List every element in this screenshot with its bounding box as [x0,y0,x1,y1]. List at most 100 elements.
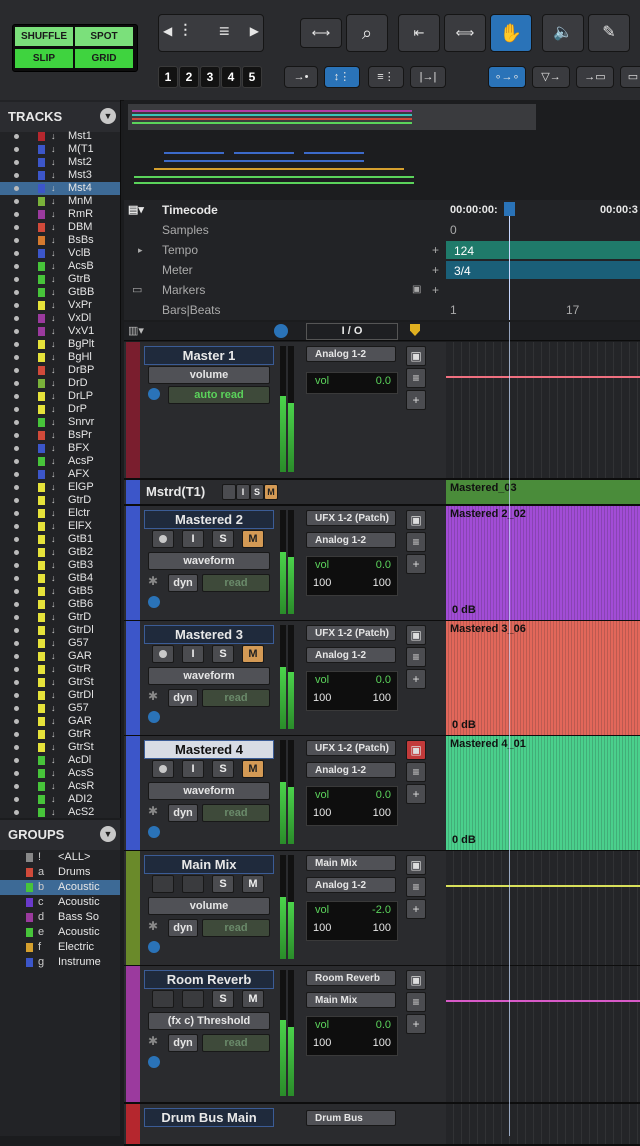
tracks-menu-icon[interactable]: ▼ [100,108,116,124]
track-s-button[interactable]: S [212,760,234,778]
add-insert-button[interactable]: + [406,784,426,804]
track-view-selector[interactable]: waveform [148,667,270,685]
mirror-midi-icon[interactable]: ▽→ [532,66,570,88]
column-menu-icon[interactable]: ▥▾ [128,324,144,337]
track-list-item[interactable]: ↓ BgHl [0,351,120,364]
tempo-ruler[interactable]: ▸ Tempo + 124 [124,240,640,260]
track-i-button[interactable]: I [182,645,204,663]
track-visibility-dot[interactable] [14,212,19,217]
track-list-item[interactable]: ↓ AcsS [0,767,120,780]
track-window-button[interactable]: ▣ [406,740,426,760]
track-visibility-dot[interactable] [14,303,19,308]
track-list-item[interactable]: ↓ GtB3 [0,559,120,572]
track-list-item[interactable]: ↓ VxPr [0,299,120,312]
automation-follows-icon[interactable]: ∘→∘ [488,66,526,88]
track-view-selector[interactable]: (fx c) Threshold [148,1012,270,1030]
automation-mode-selector[interactable]: auto read [168,386,270,404]
zoom-preset-4[interactable]: 4 [221,66,241,88]
track-list-item[interactable]: ↓ Mst1 [0,130,120,143]
shuffle-mode-button[interactable]: SHUFFLE [15,27,73,46]
track-s-button[interactable]: S [250,484,264,500]
automation-line[interactable] [446,885,640,887]
audio-clip[interactable]: Mastered 2_02 0 dB [446,506,640,620]
comment-icon[interactable]: ▭ [132,280,142,300]
track-visibility-dot[interactable] [14,238,19,243]
comments-button[interactable]: ≡ [406,647,426,667]
volume-pan-display[interactable]: vol 0.0 100 100 [306,671,398,711]
zoom-buttons[interactable]: ◀ ⫶ ≡ ▶ [158,14,264,52]
dyn-selector[interactable]: dyn [168,919,198,937]
comments-button[interactable]: ≡ [406,532,426,552]
track-list-item[interactable]: ↓ DrP [0,403,120,416]
groups-menu-icon[interactable]: ▼ [100,826,116,842]
group-list-item[interactable]: f Electric [0,940,120,955]
automation-line[interactable] [446,376,640,378]
track-window-button[interactable]: ▣ [406,855,426,875]
link-selection-icon[interactable]: →▭ [576,66,614,88]
track-list-item[interactable]: ↓ GtrDl [0,624,120,637]
grid-mode-button[interactable]: GRID [75,49,133,68]
track-list-item[interactable]: ↓ BgPlt [0,338,120,351]
volume-pan-display[interactable]: vol 0.0 [306,372,398,394]
comments-button[interactable]: ≡ [406,368,426,388]
overview-visible-region[interactable] [128,104,536,130]
playhead-handle[interactable] [504,202,515,216]
track-input-selector[interactable]: Room Reverb [306,970,396,986]
track-list-item[interactable]: ↓ GtB6 [0,598,120,611]
volume-pan-display[interactable]: vol 0.0 100 100 [306,1016,398,1056]
track-list-item[interactable]: ↓ VxDl [0,312,120,325]
track-i-button[interactable]: I [182,530,204,548]
automation-mode-selector[interactable]: read [202,919,270,937]
add-tempo-icon[interactable]: + [432,240,439,260]
comments-button[interactable]: ≡ [406,877,426,897]
track-s-button[interactable]: S [212,530,234,548]
slip-mode-button[interactable]: SLIP [15,49,73,68]
grabber-icon[interactable]: ⟺ [444,14,486,52]
track-list-item[interactable]: ↓ Snrvr [0,416,120,429]
dyn-selector[interactable]: dyn [168,1034,198,1052]
group-list-item[interactable]: c Acoustic [0,895,120,910]
group-list-item[interactable]: g Instrume [0,955,120,970]
track-list-item[interactable]: ↓ DrLP [0,390,120,403]
track-i-button[interactable] [182,875,204,893]
track-visibility-dot[interactable] [14,147,19,152]
track-view-selector[interactable]: waveform [148,552,270,570]
track-timeline[interactable]: Mastered 4_01 0 dB [446,736,640,850]
track-visibility-dot[interactable] [14,537,19,542]
track-m-button[interactable]: M [242,990,264,1008]
track-visibility-dot[interactable] [14,550,19,555]
track-visibility-dot[interactable] [14,342,19,347]
zoom-in-arrow-icon[interactable]: ▶ [250,24,259,38]
track-output-selector[interactable]: Analog 1-2 [306,647,396,663]
track-list-item[interactable]: ↓ AcDl [0,754,120,767]
track-output-selector[interactable]: Analog 1-2 [306,877,396,893]
track-m-button[interactable]: M [242,760,264,778]
track-s-button[interactable]: S [212,990,234,1008]
track-record-button[interactable] [152,875,174,893]
waveform-zoom-icon[interactable]: ⫶ [183,21,188,42]
add-insert-button[interactable]: + [406,554,426,574]
track-list-item[interactable]: ↓ DBM [0,221,120,234]
track-i-button[interactable] [182,990,204,1008]
audio-clip[interactable]: Mastered 3_06 0 dB [446,621,640,735]
track-window-button[interactable]: ▣ [406,346,426,366]
track-list-item[interactable]: ↓ GtrD [0,494,120,507]
add-insert-button[interactable]: + [406,390,426,410]
track-name[interactable]: Mstrd(T1) [146,484,205,499]
comments-button[interactable]: ≡ [406,992,426,1012]
ruler-menu-icon[interactable]: ▤▾ [128,200,144,220]
track-list-item[interactable]: ↓ ElFX [0,520,120,533]
track-window-button[interactable]: ▣ [406,510,426,530]
samples-ruler[interactable]: Samples 0 [124,220,640,240]
track-visibility-dot[interactable] [14,472,19,477]
automation-mode-selector[interactable]: read [202,574,270,592]
tempo-lane[interactable]: 124 [446,241,640,259]
track-m-button[interactable]: M [242,645,264,663]
track-list-item[interactable]: ↓ AcsP [0,455,120,468]
track-input-selector[interactable]: UFX 1-2 (Patch) [306,740,396,756]
track-visibility-dot[interactable] [14,563,19,568]
automation-icon[interactable] [148,941,160,953]
track-input-selector[interactable]: Main Mix [306,855,396,871]
track-timeline[interactable] [446,342,640,478]
elastic-audio-icon[interactable]: ✱ [148,689,158,703]
